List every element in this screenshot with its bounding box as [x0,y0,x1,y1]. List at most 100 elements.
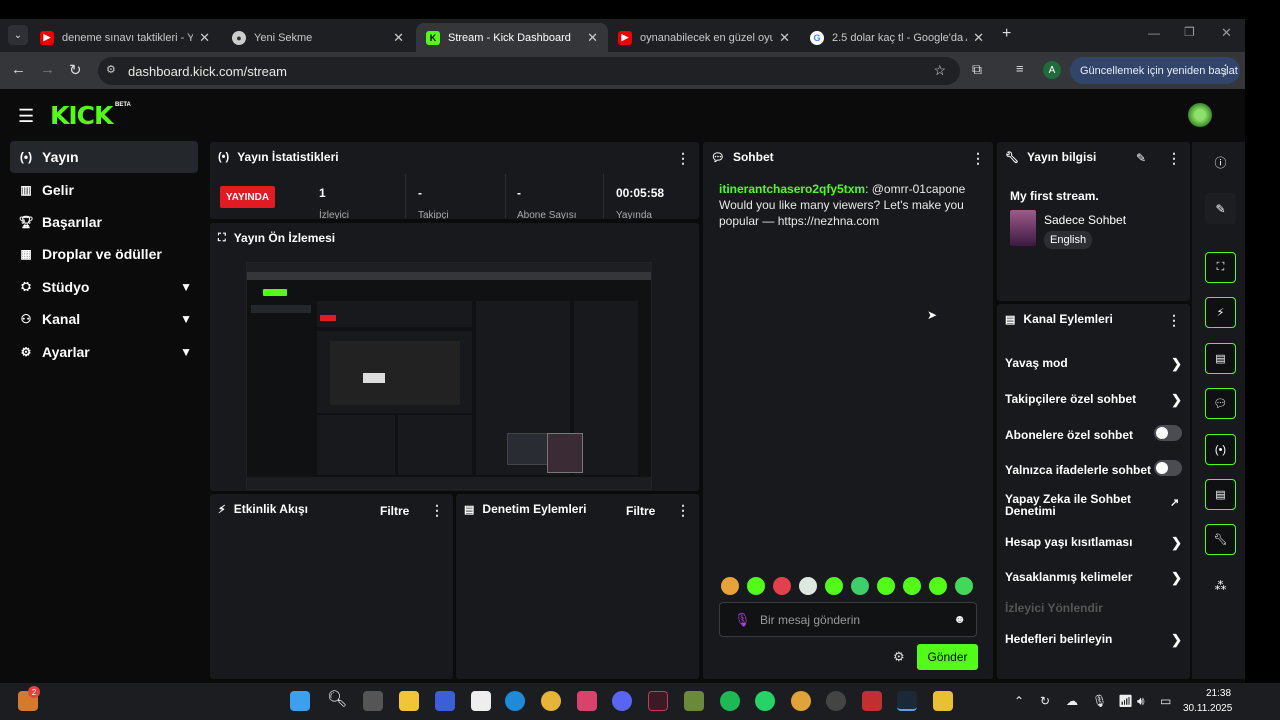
chrome-icon[interactable] [791,691,811,711]
media-controls-icon[interactable]: ≡ [1016,61,1024,76]
steam-icon[interactable] [897,691,917,711]
edit-pencil-icon[interactable]: ✎ [1205,193,1236,224]
clock-date[interactable]: 30.11.2025 [1183,703,1232,714]
tab-new-tab[interactable]: ● Yeni Sekme ✕ [222,23,414,52]
action-slow-mode[interactable]: Yavaş mod ❯ [1005,356,1182,371]
site-info-icon[interactable]: ⚙ [106,63,116,76]
more-options-icon[interactable]: ⋮ [676,150,690,167]
tab-kick-dashboard[interactable]: K Stream - Kick Dashboard ✕ [416,23,608,52]
sidebar-item-ayarlar[interactable]: ⚙ Ayarlar ▼ [10,336,198,368]
emote-icon[interactable] [799,577,817,595]
filter-button[interactable]: Filtre [380,504,409,518]
window-close-icon[interactable]: ✕ [1221,25,1232,41]
menu-dots-icon[interactable]: ⋮ [1219,62,1232,78]
action-set-goals[interactable]: Hedefleri belirleyin ❯ [1005,632,1182,647]
new-tab-button[interactable]: + [1002,25,1011,43]
restore-icon[interactable]: ❐ [1184,25,1195,39]
action-account-age[interactable]: Hesap yaşı kısıtlaması ❯ [1005,535,1182,550]
app-icon[interactable] [435,691,455,711]
sidebar-item-basarilar[interactable]: 🏆︎ Başarılar [10,206,198,238]
reload-icon[interactable]: ↻ [69,61,82,79]
sidebar-item-studyo[interactable]: ⛭ Stüdyo ▼ [10,271,198,303]
clock-time[interactable]: 21:38 [1206,688,1231,699]
forward-icon[interactable]: → [40,61,55,78]
stream-preview-video[interactable] [246,262,652,490]
emote-icon[interactable] [721,577,739,595]
action-banned-words[interactable]: Yasaklanmış kelimeler ❯ [1005,570,1182,585]
instagram-icon[interactable] [577,691,597,711]
app-icon[interactable] [862,691,882,711]
minimize-icon[interactable]: — [1148,26,1160,40]
discord-icon[interactable] [612,691,632,711]
microphone-icon[interactable]: 🎙︎ [1092,694,1107,708]
file-explorer-icon[interactable] [399,691,419,711]
layout-apps-icon[interactable]: ⁂ [1205,570,1236,601]
emoji-picker-icon[interactable]: ☻ [953,612,966,626]
emote-icon[interactable] [773,577,791,595]
hamburger-menu-icon[interactable]: ☰ [18,106,34,127]
onedrive-icon[interactable]: ☁ [1066,694,1078,708]
battery-icon[interactable]: ▭ [1160,694,1171,708]
moderation-toggle-icon[interactable]: ▤ [1205,343,1236,374]
more-options-icon[interactable]: ⋮ [971,150,985,167]
emote-icon[interactable] [903,577,921,595]
emote-icon[interactable] [877,577,895,595]
chat-toggle-icon[interactable]: 💬︎ [1205,388,1236,419]
chrome-icon[interactable] [541,691,561,711]
app-icon[interactable] [471,691,491,711]
minecraft-icon[interactable] [684,691,704,711]
emote-icon[interactable] [825,577,843,595]
sidebar-item-yayin[interactable]: (•) Yayın [10,141,198,173]
task-view-icon[interactable] [363,691,383,711]
tab-youtube-1[interactable]: ▶ deneme sınavı taktikleri - YouTube ✕ [30,23,220,52]
more-options-icon[interactable]: ⋮ [430,502,444,519]
spotify-icon[interactable] [720,691,740,711]
channel-actions-toggle-icon[interactable]: ▤ [1205,479,1236,510]
chat-message-input[interactable]: 🎙︎ Bir mesaj gönderin ☻ [719,602,977,637]
emote-icon[interactable] [747,577,765,595]
bookmark-star-icon[interactable]: ☆ [933,62,946,79]
emote-icon[interactable] [851,577,869,595]
edit-pencil-icon[interactable]: ✎ [1136,151,1146,165]
windows-start-icon[interactable] [290,691,310,711]
sidebar-item-kanal[interactable]: ⚇ Kanal ▼ [10,303,198,335]
preview-toggle-icon[interactable]: ⛶ [1205,252,1236,283]
chat-settings-gear-icon[interactable]: ⚙ [893,649,905,665]
sidebar-item-gelir[interactable]: ▥ Gelir [10,174,198,206]
tab-youtube-2[interactable]: ▶ oynanabilecek en güzel oyunlar ✕ [608,23,800,52]
kick-logo[interactable]: KICK [50,101,113,130]
back-icon[interactable]: ← [11,61,26,78]
close-icon[interactable]: ✕ [587,30,598,46]
user-avatar[interactable] [1188,103,1212,127]
close-icon[interactable]: ✕ [779,30,790,46]
app-icon[interactable] [933,691,953,711]
address-bar[interactable]: ⚙ dashboard.kick.com/stream ☆ [98,57,960,85]
chat-username[interactable]: itinerantchasero2qfy5txm [719,182,865,196]
send-button[interactable]: Gönder [917,644,978,670]
category-name[interactable]: Sadece Sohbet [1044,213,1126,227]
activity-toggle-icon[interactable]: ⚡︎ [1205,297,1236,328]
sidebar-item-droplar[interactable]: ▦ Droplar ve ödüller [10,238,198,270]
update-button[interactable]: Güncellemek için yeniden başlat ⋮ [1070,57,1240,84]
more-options-icon[interactable]: ⋮ [1167,312,1181,329]
tray-overflow-icon[interactable]: ⌃ [1014,694,1024,708]
tray-app-icon[interactable]: ↻ [1040,694,1050,708]
close-icon[interactable]: ✕ [199,30,210,46]
stats-toggle-icon[interactable]: (•) [1205,434,1236,465]
close-icon[interactable]: ✕ [393,30,404,46]
emotes-only-toggle[interactable] [1154,460,1182,476]
wifi-icon[interactable]: 📶︎ [1118,694,1133,708]
tab-search-button[interactable]: ⌄ [8,25,28,45]
stream-info-toggle-icon[interactable]: 🔧︎ [1205,524,1236,555]
volume-icon[interactable]: 🔊︎ [1137,694,1145,709]
extensions-icon[interactable]: ⧉ [972,61,982,78]
action-ai-moderation[interactable]: Yapay Zeka ile Sohbet Denetimi ↗ [1005,493,1179,517]
obs-icon[interactable] [826,691,846,711]
emote-icon[interactable] [955,577,973,595]
subscribers-only-toggle[interactable] [1154,425,1182,441]
emote-icon[interactable] [929,577,947,595]
microphone-icon[interactable]: 🎙︎ [734,612,751,628]
profile-avatar[interactable]: A [1043,61,1061,79]
app-icon[interactable] [648,691,668,711]
search-icon[interactable]: 🔍︎ [327,689,347,709]
